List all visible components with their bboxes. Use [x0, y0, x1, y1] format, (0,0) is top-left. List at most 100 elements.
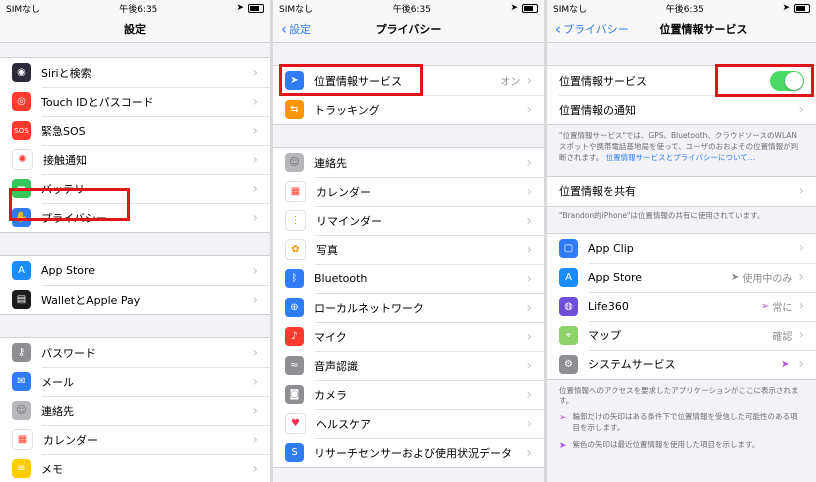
maps-icon: ⌖	[559, 325, 578, 345]
list-item[interactable]: ☺ 連絡先 ›	[0, 396, 270, 425]
list-item-label: Touch IDとパスコード	[41, 95, 154, 109]
list-item[interactable]: ≡ メモ ›	[0, 454, 270, 482]
health-icon: ♥	[285, 413, 306, 434]
chevron-right-icon: ›	[252, 460, 258, 477]
status-bar: SIMなし 午後6:35 ➤	[547, 0, 816, 16]
list-item-label: マップ	[588, 329, 621, 342]
location-status-icon: ➤	[510, 3, 518, 13]
appstore-icon: A	[12, 261, 31, 280]
list-item[interactable]: ⌖ マップ 確認 ›	[547, 320, 816, 350]
outline-arrow-icon: ➢	[559, 413, 567, 424]
list-item-value-text: オン	[500, 77, 521, 88]
contacts-icon: ☺	[285, 153, 304, 172]
list-item[interactable]: ≈ 音声認識 ›	[273, 351, 544, 380]
chevron-right-icon: ›	[798, 101, 804, 118]
list-item-value: 確認	[772, 328, 792, 343]
back-button[interactable]: ‹ プライバシー	[555, 21, 629, 37]
list-item[interactable]: ◉ Siriと検索 ›	[0, 58, 270, 87]
research-icon: S	[285, 443, 304, 462]
chevron-right-icon: ›	[252, 344, 258, 361]
privacy-link[interactable]: 位置情報サービスとプライバシーについて…	[606, 153, 756, 162]
list-item[interactable]: ♥ ヘルスケア ›	[273, 409, 544, 438]
list-item[interactable]: A App Store ›	[0, 256, 270, 285]
nav-bar: 設定	[0, 16, 270, 43]
list-item[interactable]: ♪ マイク ›	[273, 322, 544, 351]
chevron-right-icon: ›	[252, 209, 258, 226]
exposure-icon: ✺	[12, 149, 33, 170]
location-alerts-row[interactable]: 位置情報の通知 ›	[547, 95, 816, 124]
list-item[interactable]: ⚷ パスワード ›	[0, 338, 270, 367]
list-item-label: メール	[41, 375, 74, 389]
chevron-right-icon: ›	[526, 386, 532, 403]
chevron-right-icon: ›	[798, 356, 804, 372]
carrier-label: SIMなし	[279, 4, 314, 15]
chevron-right-icon: ›	[252, 93, 258, 110]
chevron-right-icon: ›	[798, 298, 804, 314]
nav-bar: ‹ プライバシー 位置情報サービス	[547, 16, 816, 43]
list-item[interactable]: ⇆ トラッキング ›	[273, 95, 544, 124]
time-label: 午後6:35	[392, 4, 431, 15]
list-item[interactable]: SOS 緊急SOS ›	[0, 116, 270, 145]
list-item[interactable]: ▦ カレンダー ›	[273, 177, 544, 206]
battery-status-icon	[522, 3, 538, 13]
list-item-value: ➤	[781, 359, 792, 370]
list-item[interactable]: ▦ カレンダー ›	[0, 425, 270, 454]
list-item[interactable]: ⋮ リマインダー ›	[273, 206, 544, 235]
highlight-toggle	[715, 64, 814, 97]
purple-arrow-icon: ➤	[559, 441, 567, 451]
key-icon: ⚷	[12, 343, 31, 362]
list-item[interactable]: ▤ WalletとApple Pay ›	[0, 285, 270, 314]
page-title: 位置情報サービス	[659, 23, 748, 36]
back-button[interactable]: ‹ 設定	[281, 21, 311, 37]
photos-icon: ✿	[285, 239, 306, 260]
chevron-right-icon: ›	[526, 357, 532, 374]
list-item[interactable]: ✿ 写真 ›	[273, 235, 544, 264]
list-item[interactable]: ◎ Touch IDとパスコード ›	[0, 87, 270, 116]
list-item-label: カメラ	[314, 388, 347, 402]
list-item-label: ヘルスケア	[316, 417, 371, 431]
list-item-label: 接触通知	[43, 153, 87, 167]
status-bar: SIMなし 午後6:35 ➤	[0, 0, 270, 16]
list-item-label: マイク	[314, 330, 347, 344]
share-location-row[interactable]: 位置情報を共有 ›	[547, 177, 816, 206]
chevron-left-icon: ‹	[281, 19, 287, 38]
back-label: 設定	[289, 23, 311, 36]
list-item[interactable]: ◙ カメラ ›	[273, 380, 544, 409]
footer-note: 位置情報へのアクセスを要求したアプリケーションがここに表示されます。	[559, 385, 799, 406]
back-label: プライバシー	[563, 23, 629, 36]
chevron-right-icon: ›	[252, 291, 258, 308]
list-item[interactable]: ᛒ Bluetooth ›	[273, 264, 544, 293]
list-item[interactable]: ⊕ ローカルネットワーク ›	[273, 293, 544, 322]
notes-icon: ≡	[12, 459, 31, 478]
list-item-label: 音声認識	[314, 359, 358, 373]
location-status-icon: ➤	[782, 3, 790, 13]
list-item[interactable]: S リサーチセンサーおよび使用状況データ ›	[273, 438, 544, 467]
list-item[interactable]: ⚙ システムサービス ➤ ›	[547, 349, 816, 379]
calendar-icon: ▦	[285, 181, 306, 202]
carrier-label: SIMなし	[553, 4, 588, 15]
chevron-right-icon: ›	[798, 240, 804, 256]
list-item-label: 連絡先	[41, 404, 74, 418]
list-item[interactable]: ☺ 連絡先 ›	[273, 148, 544, 177]
outline-arrow-icon: ➢	[761, 300, 770, 312]
list-item[interactable]: ▢ App Clip ›	[547, 234, 816, 263]
list-item-label: パスワード	[41, 346, 96, 360]
chevron-right-icon: ›	[798, 269, 804, 285]
highlight-privacy	[9, 188, 130, 221]
list-item-label: 写真	[316, 243, 338, 257]
legend-purple: ➤ 紫色の矢印は最近位置情報を使用した項目を示します。	[547, 438, 816, 457]
list-item[interactable]: A App Store ➤ 使用中のみ ›	[547, 262, 816, 292]
chevron-left-icon: ‹	[555, 19, 561, 38]
chevron-right-icon: ›	[798, 327, 804, 343]
chevron-right-icon: ›	[252, 64, 258, 81]
settings-group-2: A App Store › ▤ WalletとApple Pay ›	[0, 255, 270, 315]
list-item[interactable]: ✺ 接触通知 ›	[0, 145, 270, 174]
list-item[interactable]: ◍ Life360 ➢ 常に ›	[547, 291, 816, 321]
mail-icon: ✉	[12, 372, 31, 391]
share-location-group: 位置情報を共有 ›	[547, 175, 816, 207]
chevron-right-icon: ›	[526, 241, 532, 258]
list-item[interactable]: ✉ メール ›	[0, 367, 270, 396]
privacy-group-2: ☺ 連絡先 › ▦ カレンダー › ⋮ リマインダー › ✿ 写真 › ᛒ Bluetooth › ⊕ ローカル…	[273, 147, 544, 468]
location-services-panel: SIMなし 午後6:35 ➤ ‹ プライバシー 位置情報サービス 位置情報サービス…	[547, 0, 816, 482]
list-item-value: ➢ 常に	[761, 299, 792, 314]
